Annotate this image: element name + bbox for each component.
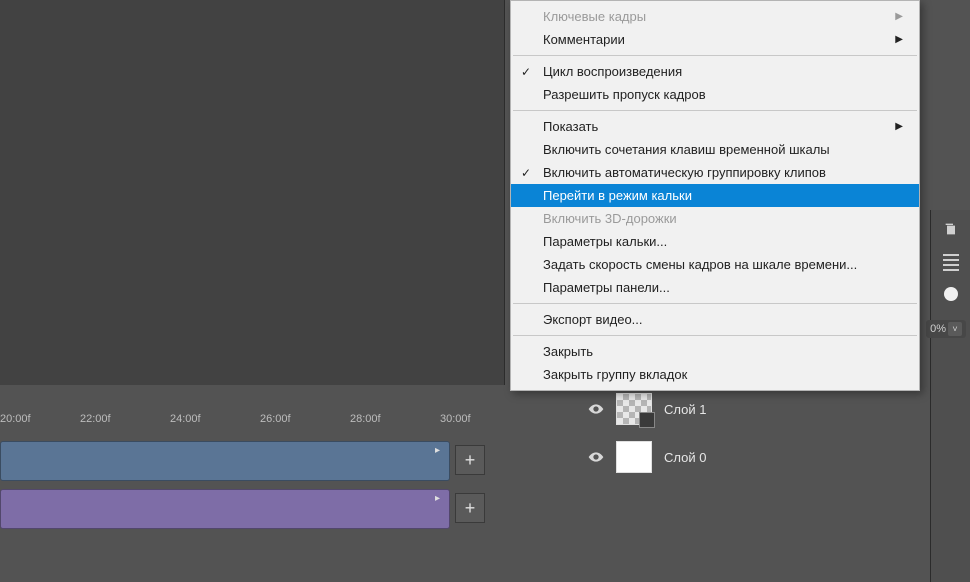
visibility-icon[interactable] <box>588 401 604 417</box>
menu-item[interactable]: Показать ▶ <box>511 115 919 138</box>
time-tick: 22:00f <box>80 413 111 425</box>
menu-separator <box>513 303 917 304</box>
menu-item-label: Параметры панели... <box>543 280 670 295</box>
menu-item: Ключевые кадры ▶ <box>511 5 919 28</box>
menu-item[interactable]: ✓ Цикл воспроизведения <box>511 60 919 83</box>
timeline-context-menu: Ключевые кадры ▶ Комментарии ▶ ✓ Цикл воспрои… <box>510 0 920 391</box>
menu-item-label: Закрыть группу вкладок <box>543 367 687 382</box>
opacity-readout[interactable]: 0% ˅ <box>926 320 966 338</box>
menu-item[interactable]: Экспорт видео... <box>511 308 919 331</box>
trash-icon[interactable] <box>942 220 960 238</box>
preview-canvas <box>0 0 505 385</box>
menu-item-label: Ключевые кадры <box>543 9 646 24</box>
submenu-arrow-icon: ▶ <box>895 34 903 45</box>
visibility-icon[interactable] <box>588 449 604 465</box>
menu-item-label: Закрыть <box>543 344 593 359</box>
menu-item-label: Включить 3D-дорожки <box>543 211 677 226</box>
menu-item-label: Перейти в режим кальки <box>543 188 692 203</box>
chevron-down-icon[interactable]: ˅ <box>948 322 962 336</box>
menu-item-label: Показать <box>543 119 598 134</box>
menu-item[interactable]: Перейти в режим кальки <box>511 184 919 207</box>
menu-item[interactable]: Закрыть <box>511 340 919 363</box>
layer-thumbnail[interactable] <box>616 393 652 425</box>
menu-item-label: Экспорт видео... <box>543 312 643 327</box>
layer-row[interactable]: Слой 1 <box>580 385 940 433</box>
menu-item-label: Цикл воспроизведения <box>543 64 682 79</box>
menu-item-label: Комментарии <box>543 32 625 47</box>
panel-menu-icon[interactable] <box>943 254 959 271</box>
layers-panel: Слой 1 Слой 0 <box>580 385 940 505</box>
menu-item[interactable]: Разрешить пропуск кадров <box>511 83 919 106</box>
time-tick: 30:00f <box>440 413 471 425</box>
add-track-button[interactable]: + <box>455 445 485 475</box>
time-tick: 20:00f <box>0 413 31 425</box>
layer-row[interactable]: Слой 0 <box>580 433 940 481</box>
timeline-ruler[interactable]: 20:00f 22:00f 24:00f 26:00f 28:00f 30:00… <box>0 407 505 429</box>
menu-separator <box>513 110 917 111</box>
add-track-button[interactable]: + <box>455 493 485 523</box>
properties-strip <box>930 210 970 582</box>
clip-menu-icon[interactable]: ▸ <box>435 493 445 503</box>
time-tick: 24:00f <box>170 413 201 425</box>
opacity-value: 0% <box>930 323 946 335</box>
color-dot-icon[interactable] <box>944 287 958 301</box>
menu-item-label: Включить сочетания клавиш временной шкал… <box>543 142 830 157</box>
timeline-area: 20:00f 22:00f 24:00f 26:00f 28:00f 30:00… <box>0 385 505 582</box>
clip-menu-icon[interactable]: ▸ <box>435 445 445 455</box>
submenu-arrow-icon: ▶ <box>895 11 903 22</box>
menu-separator <box>513 335 917 336</box>
menu-item-label: Задать скорость смены кадров на шкале вр… <box>543 257 857 272</box>
menu-item[interactable]: Параметры панели... <box>511 276 919 299</box>
time-tick: 28:00f <box>350 413 381 425</box>
check-icon: ✓ <box>521 65 531 79</box>
layer-thumbnail[interactable] <box>616 441 652 473</box>
menu-item-label: Разрешить пропуск кадров <box>543 87 706 102</box>
menu-item[interactable]: Включить сочетания клавиш временной шкал… <box>511 138 919 161</box>
timeline-clip-purple[interactable]: ▸ <box>0 489 450 529</box>
menu-item[interactable]: Параметры кальки... <box>511 230 919 253</box>
layer-name[interactable]: Слой 0 <box>664 450 706 465</box>
layer-name[interactable]: Слой 1 <box>664 402 706 417</box>
menu-item[interactable]: Закрыть группу вкладок <box>511 363 919 386</box>
menu-item-label: Параметры кальки... <box>543 234 667 249</box>
menu-item[interactable]: ✓ Включить автоматическую группировку кли… <box>511 161 919 184</box>
menu-item[interactable]: Комментарии ▶ <box>511 28 919 51</box>
check-icon: ✓ <box>521 166 531 180</box>
menu-item: Включить 3D-дорожки <box>511 207 919 230</box>
submenu-arrow-icon: ▶ <box>895 121 903 132</box>
menu-separator <box>513 55 917 56</box>
menu-item[interactable]: Задать скорость смены кадров на шкале вр… <box>511 253 919 276</box>
time-tick: 26:00f <box>260 413 291 425</box>
timeline-clip-blue[interactable]: ▸ <box>0 441 450 481</box>
menu-item-label: Включить автоматическую группировку клип… <box>543 165 826 180</box>
